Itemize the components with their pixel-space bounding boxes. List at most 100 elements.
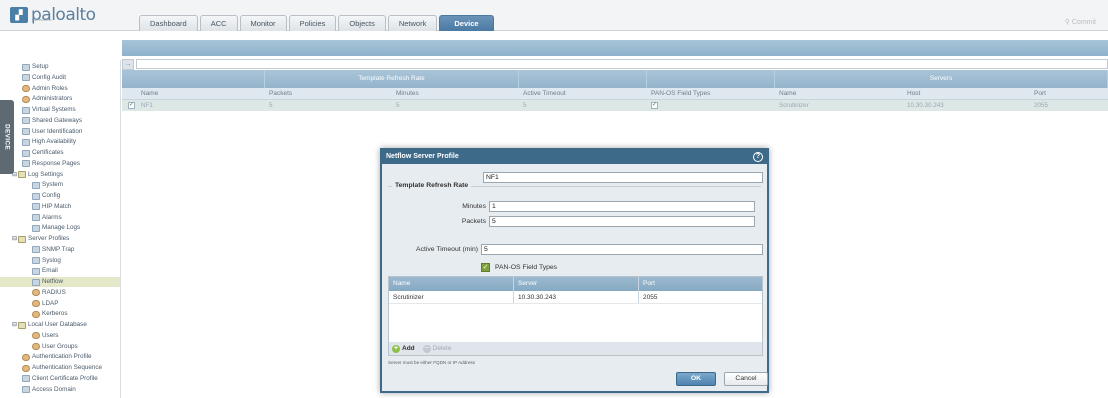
server-port-cell[interactable]: 2055 bbox=[639, 291, 762, 303]
help-icon[interactable]: ? bbox=[753, 152, 763, 162]
col-minutes[interactable]: Minutes bbox=[392, 88, 519, 99]
person-icon bbox=[32, 332, 40, 340]
name-input[interactable]: NF1 bbox=[483, 172, 763, 183]
col-port[interactable]: Port bbox=[1030, 88, 1108, 99]
server-name-cell[interactable]: Scrutinizer bbox=[389, 291, 514, 303]
tab-acc[interactable]: ACC bbox=[199, 15, 238, 31]
folder-icon bbox=[18, 321, 27, 329]
sidebar-item-local-user-database[interactable]: ⊟ Local User Database bbox=[12, 320, 87, 330]
sidebar-item-certificates[interactable]: Certificates bbox=[22, 148, 64, 158]
table-row[interactable]: Scrutinizer 10.30.30.243 2055 bbox=[389, 291, 762, 304]
sidebar-item-server-profiles[interactable]: ⊟ Server Profiles bbox=[12, 234, 69, 244]
person-icon bbox=[32, 289, 40, 297]
commit-button[interactable]: ⚲ Commit bbox=[1065, 18, 1096, 26]
cell-panos-field-types: ✓ bbox=[647, 100, 775, 111]
sidebar-item-client-certificate-profile[interactable]: Client Certificate Profile bbox=[22, 374, 98, 384]
panos-field-types-checkbox[interactable]: ✓ bbox=[481, 263, 490, 272]
sidebar-item-user-identification[interactable]: User Identification bbox=[22, 127, 82, 137]
sidebar-item-hip-match[interactable]: HIP Match bbox=[32, 202, 71, 212]
sidebar-item-administrators[interactable]: Administrators bbox=[22, 94, 72, 104]
sidebar-item-log-settings[interactable]: ⊟ Log Settings bbox=[12, 170, 63, 180]
ok-button[interactable]: OK bbox=[676, 372, 716, 386]
sidebar-item-access-domain[interactable]: Access Domain bbox=[22, 385, 76, 395]
sidebar-item-radius[interactable]: RADIUS bbox=[32, 288, 66, 298]
delete-button[interactable]: – Delete bbox=[422, 344, 451, 353]
sidebar-item-config-audit[interactable]: Config Audit bbox=[22, 73, 66, 83]
sidebar-item-authentication-profile[interactable]: Authentication Profile bbox=[22, 352, 92, 362]
active-timeout-input[interactable]: 5 bbox=[481, 244, 763, 255]
sidebar-item-label: Response Pages bbox=[32, 159, 80, 167]
server-address-cell[interactable]: 10.30.30.243 bbox=[514, 291, 639, 303]
sidebar-item-label: Client Certificate Profile bbox=[32, 374, 98, 382]
folder-icon bbox=[18, 171, 27, 178]
servers-col-port[interactable]: Port bbox=[639, 277, 762, 291]
add-button[interactable]: + Add bbox=[392, 344, 415, 353]
sidebar-item-system[interactable]: System bbox=[32, 180, 63, 190]
sidebar-item-high-availability[interactable]: High Availability bbox=[22, 137, 76, 147]
netflow-server-profile-dialog: Netflow Server Profile ? Name NF1 Templa… bbox=[380, 148, 769, 393]
tab-network[interactable]: Network bbox=[387, 15, 438, 31]
sidebar-item-ldap[interactable]: LDAP bbox=[32, 299, 58, 309]
sidebar-item-alarms[interactable]: Alarms bbox=[32, 213, 62, 223]
packets-label: Packets bbox=[461, 218, 486, 225]
tab-dashboard[interactable]: Dashboard bbox=[139, 15, 198, 31]
sidebar-item-label: Log Settings bbox=[28, 170, 64, 178]
sidebar-item-admin-roles[interactable]: Admin Roles bbox=[22, 84, 68, 94]
servers-col-name[interactable]: Name bbox=[389, 277, 514, 291]
col-name[interactable]: Name bbox=[137, 88, 265, 99]
servers-col-server[interactable]: Server bbox=[514, 277, 639, 291]
expand-toggle-icon[interactable]: ⊟ bbox=[12, 320, 17, 330]
sidebar-item-authentication-sequence[interactable]: Authentication Sequence bbox=[22, 363, 102, 373]
server-icon bbox=[32, 246, 40, 254]
cell-minutes: 5 bbox=[396, 102, 400, 109]
table-row[interactable]: ✓ NF1 5 5 5 ✓ Scrutinizer 10.30.30.243 2… bbox=[122, 100, 1108, 111]
sidebar-item-label: HIP Match bbox=[42, 202, 72, 210]
person-icon bbox=[22, 85, 30, 92]
filter-input[interactable] bbox=[136, 59, 1108, 69]
cancel-button[interactable]: Cancel bbox=[724, 372, 768, 386]
tab-monitor[interactable]: Monitor bbox=[239, 15, 287, 31]
sidebar-item-config[interactable]: Config bbox=[32, 191, 60, 201]
device-sidebar: DEVICE Setup Config Audit Admin Roles Admin… bbox=[0, 60, 121, 398]
sidebar-item-user-groups[interactable]: User Groups bbox=[32, 342, 78, 352]
sidebar-item-label: Certificates bbox=[32, 149, 64, 156]
sidebar-item-netflow[interactable]: Netflow bbox=[0, 277, 120, 287]
side-tab[interactable]: DEVICE bbox=[0, 100, 14, 174]
col-panos-field-types[interactable]: PAN-OS Field Types bbox=[647, 88, 775, 99]
expand-toggle-icon[interactable]: ⊟ bbox=[12, 170, 17, 180]
sidebar-item-label: Access Domain bbox=[32, 385, 76, 393]
cell-host: 10.30.30.243 bbox=[907, 102, 944, 109]
col-server-name[interactable]: Name bbox=[775, 88, 903, 99]
tab-device[interactable]: Device bbox=[439, 15, 494, 31]
row-checkbox[interactable]: ✓ bbox=[128, 101, 135, 109]
sidebar-item-manage-logs[interactable]: Manage Logs bbox=[32, 223, 80, 233]
col-packets[interactable]: Packets bbox=[265, 88, 392, 99]
sidebar-item-email[interactable]: Email bbox=[32, 266, 58, 276]
gear-icon bbox=[22, 63, 30, 71]
sidebar-item-label: Manage Logs bbox=[42, 224, 81, 232]
sidebar-item-snmp-trap[interactable]: SNMP Trap bbox=[32, 245, 74, 255]
packets-input[interactable]: 5 bbox=[489, 216, 755, 227]
sidebar-item-setup[interactable]: Setup bbox=[22, 62, 48, 72]
sidebar-item-response-pages[interactable]: Response Pages bbox=[22, 159, 80, 169]
sidebar-item-label: Authentication Sequence bbox=[32, 364, 103, 371]
tab-policies[interactable]: Policies bbox=[288, 15, 337, 31]
expand-toggle-icon[interactable]: ⊟ bbox=[12, 234, 17, 244]
col-host[interactable]: Host bbox=[903, 88, 1030, 99]
sidebar-item-label: Kerberos bbox=[42, 310, 68, 318]
group-header-row: Template Refresh Rate Servers bbox=[122, 70, 1108, 88]
tab-objects[interactable]: Objects bbox=[338, 15, 386, 31]
group-template-refresh: Template Refresh Rate bbox=[265, 70, 519, 88]
servers-header-row: Name Server Port bbox=[389, 277, 762, 291]
cell-name[interactable]: NF1 bbox=[137, 100, 265, 111]
minutes-input[interactable]: 1 bbox=[489, 201, 755, 212]
sidebar-item-shared-gateways[interactable]: Shared Gateways bbox=[22, 116, 82, 126]
sidebar-item-syslog[interactable]: Syslog bbox=[32, 256, 61, 266]
sidebar-item-label: LDAP bbox=[42, 299, 59, 307]
sidebar-item-kerberos[interactable]: Kerberos bbox=[32, 309, 68, 319]
sidebar-item-virtual-systems[interactable]: Virtual Systems bbox=[22, 105, 76, 115]
sidebar-item-users[interactable]: Users bbox=[32, 331, 58, 341]
filter-toggle-button[interactable]: → bbox=[122, 58, 134, 70]
commit-label: Commit bbox=[1071, 19, 1096, 26]
col-active-timeout[interactable]: Active Timeout bbox=[519, 88, 647, 99]
